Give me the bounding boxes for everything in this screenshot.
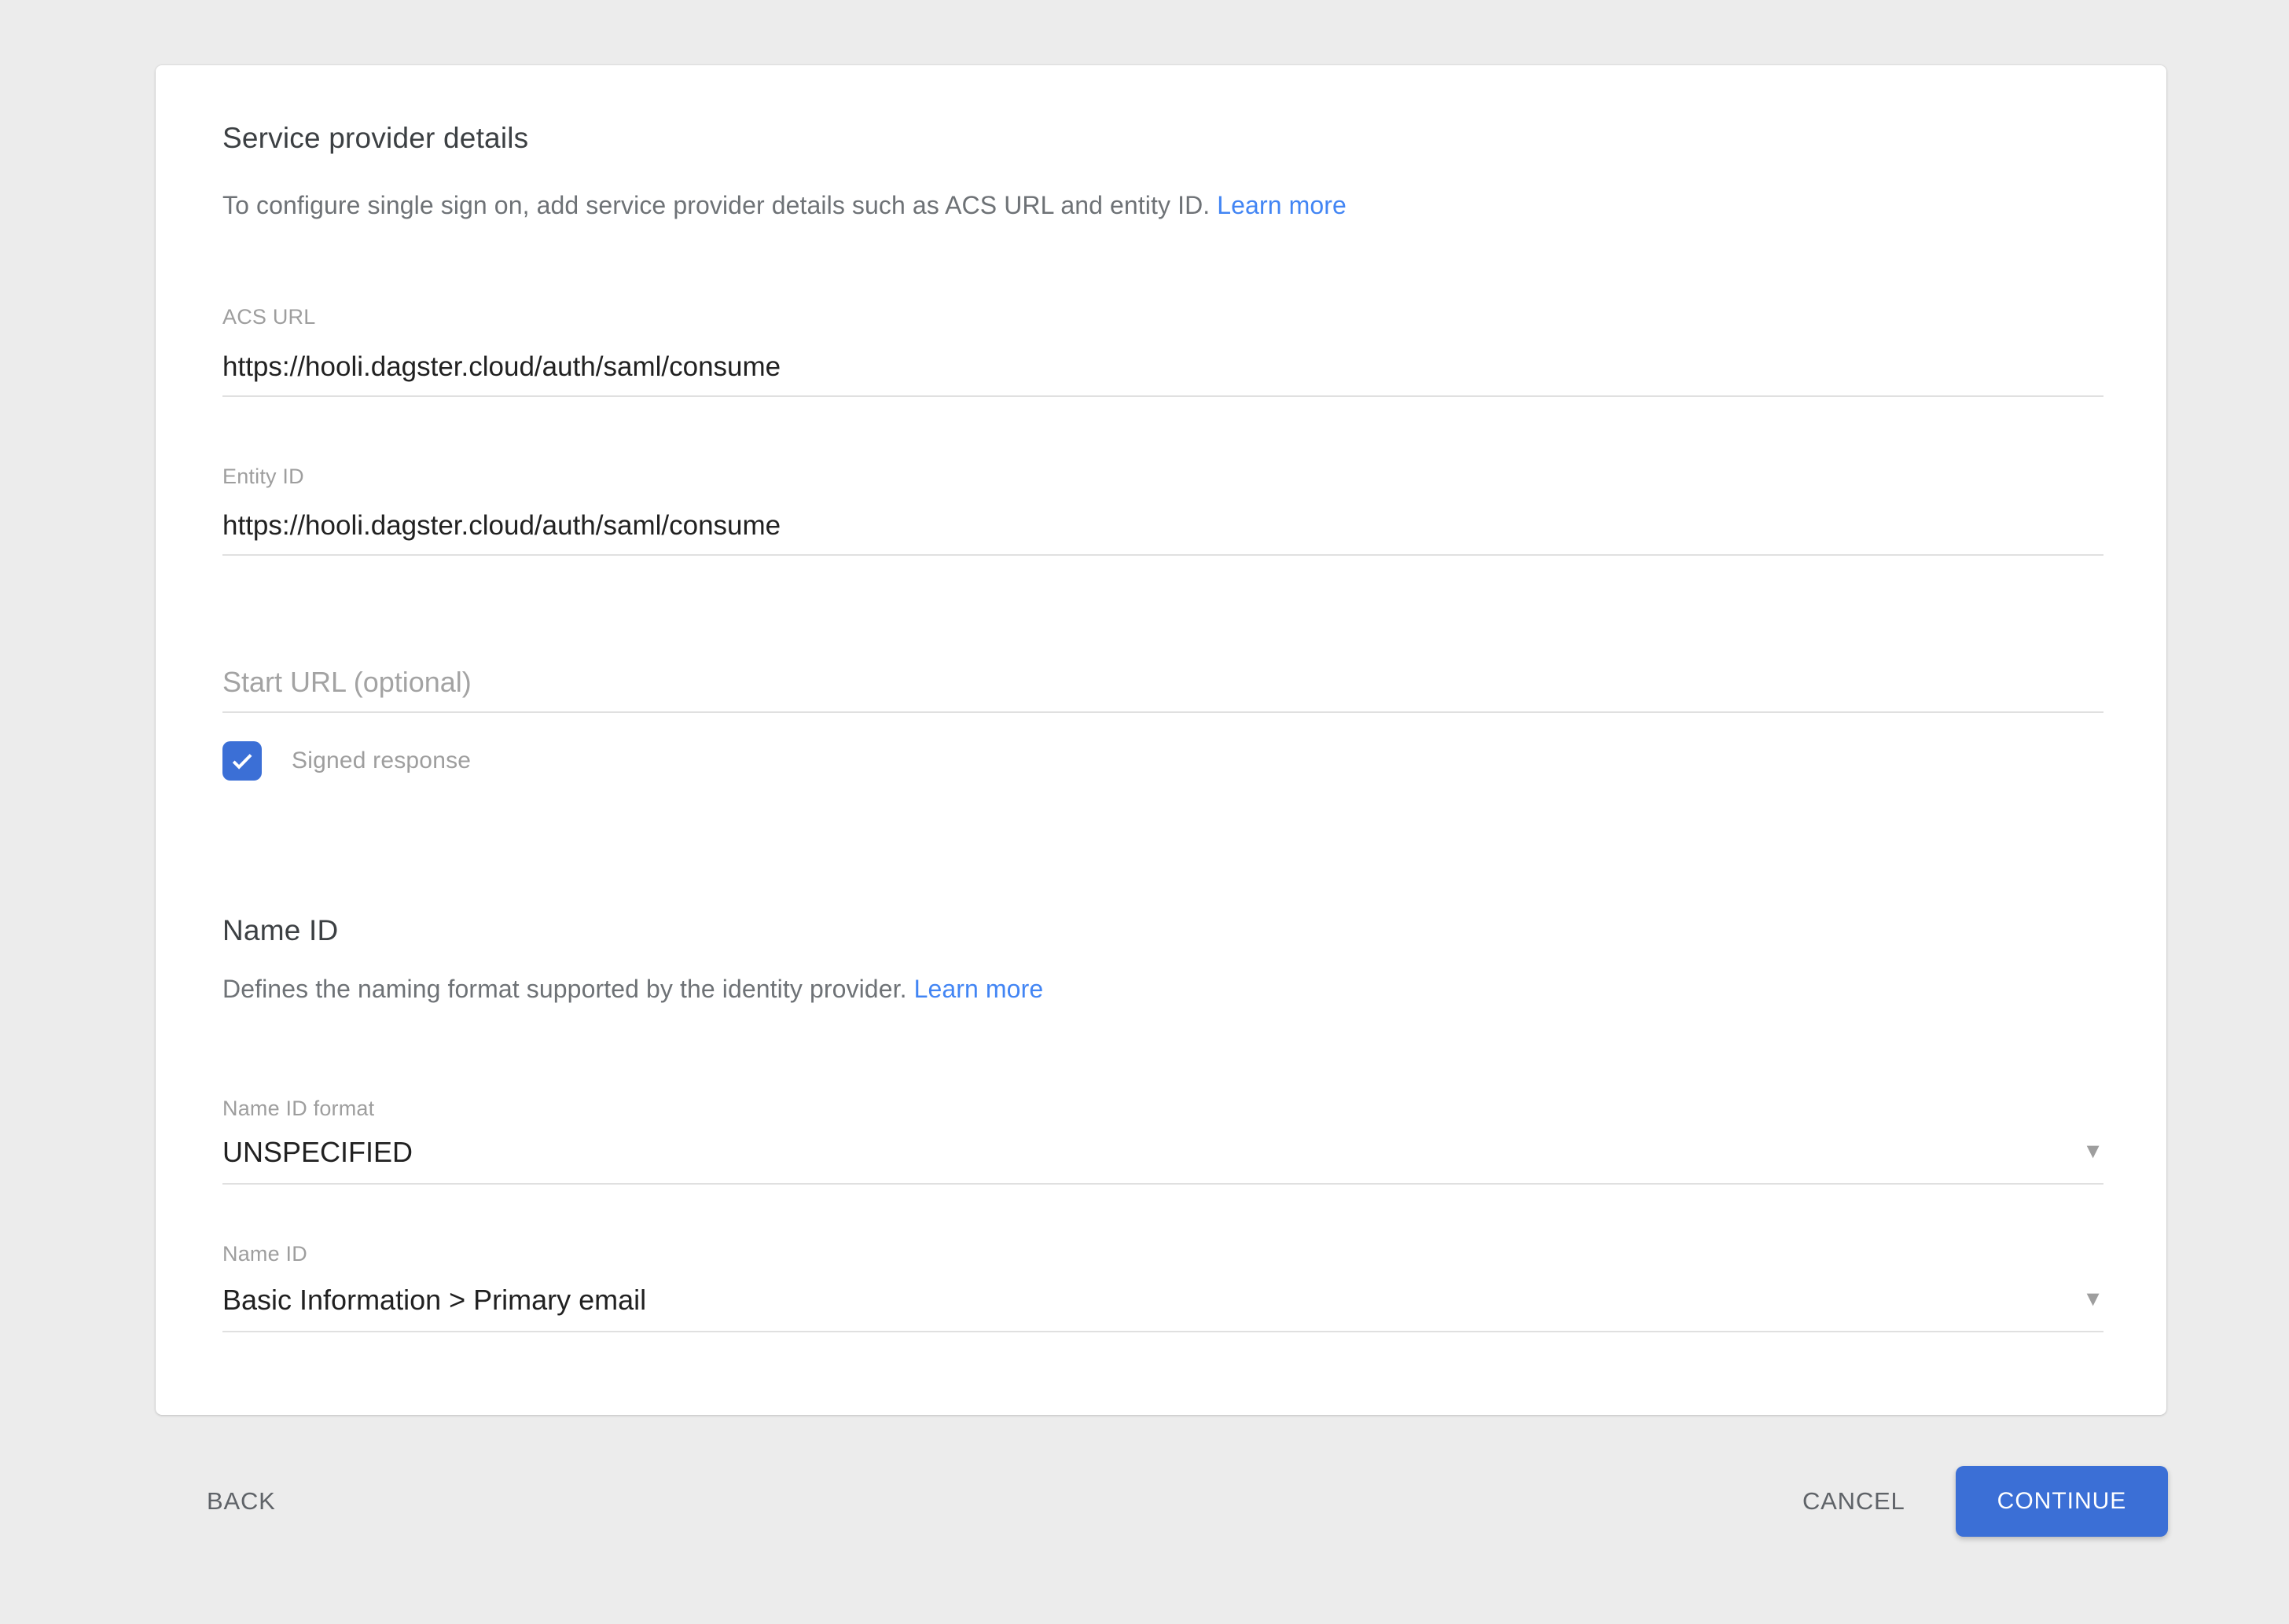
name-id-format-select[interactable]: UNSPECIFIED ▼ [222,1136,2103,1185]
name-id-select[interactable]: Basic Information > Primary email ▼ [222,1284,2103,1332]
learn-more-link[interactable]: Learn more [1217,191,1347,219]
acs-url-label: ACS URL [222,305,315,329]
card-content: Service provider details To configure si… [222,65,2103,1415]
acs-url-input[interactable] [222,351,2103,397]
section-description-text: To configure single sign on, add service… [222,191,1217,219]
signed-response-checkbox[interactable] [222,741,262,781]
name-id-description-text: Defines the naming format supported by t… [222,975,914,1003]
name-id-format-label: Name ID format [222,1097,374,1121]
name-id-value: Basic Information > Primary email [222,1284,646,1316]
name-id-section-title: Name ID [222,914,338,947]
chevron-down-icon: ▼ [2082,1139,2103,1163]
signed-response-checkbox-row[interactable]: Signed response [222,741,471,781]
entity-id-label: Entity ID [222,465,304,489]
section-description: To configure single sign on, add service… [222,191,1347,220]
signed-response-label: Signed response [292,748,471,774]
back-button[interactable]: BACK [207,1487,276,1516]
name-id-description: Defines the naming format supported by t… [222,975,1043,1004]
cancel-button[interactable]: CANCEL [1802,1487,1905,1516]
continue-button[interactable]: CONTINUE [1956,1466,2168,1537]
entity-id-input[interactable] [222,510,2103,556]
name-id-learn-more-link[interactable]: Learn more [914,975,1044,1003]
name-id-label: Name ID [222,1242,307,1266]
checkmark-icon [228,747,256,775]
start-url-input[interactable] [222,666,2103,713]
chevron-down-icon: ▼ [2082,1287,2103,1311]
service-provider-card: Service provider details To configure si… [156,65,2166,1415]
name-id-format-value: UNSPECIFIED [222,1136,413,1168]
page-title: Service provider details [222,122,528,155]
